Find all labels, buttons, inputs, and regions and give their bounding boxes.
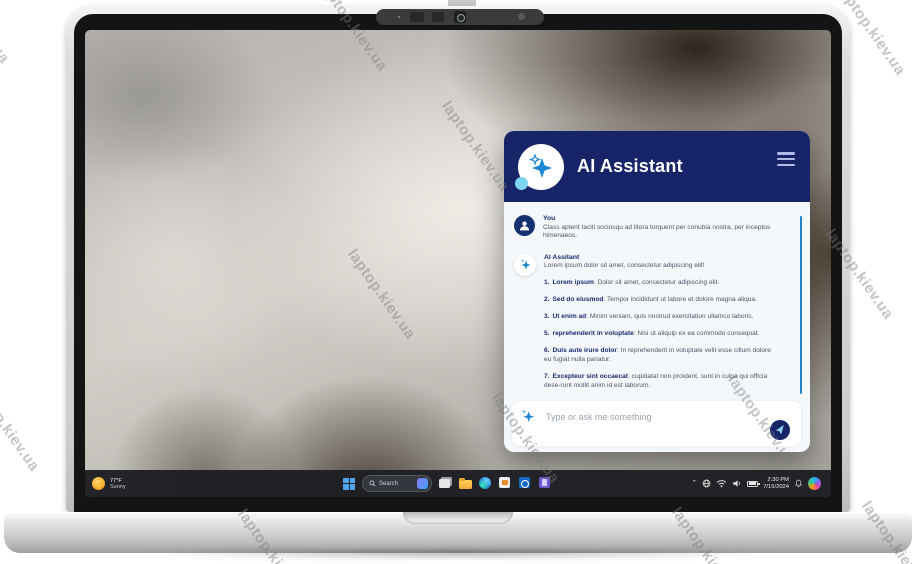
camera-lens-icon: [454, 11, 466, 23]
clock-date: 7/15/2024: [763, 484, 789, 491]
ai-assistant-logo: [518, 144, 564, 190]
sun-icon: [92, 477, 105, 490]
ai-assistant-header: AI Assistant: [504, 131, 810, 202]
hamburger-menu-icon[interactable]: [777, 152, 795, 169]
chat-input[interactable]: [546, 409, 746, 425]
list-item: 7.Excepteur sint occaecat: cupidatat non…: [544, 373, 772, 390]
ai-assistant-window: AI Assistant You Class a: [504, 131, 810, 452]
file-explorer-icon[interactable]: [459, 477, 472, 490]
battery-icon[interactable]: [747, 481, 758, 487]
camera-led-icon: [518, 13, 525, 20]
microsoft-store-icon[interactable]: [499, 477, 512, 490]
network-globe-icon[interactable]: [702, 479, 711, 488]
chat-input-bar: [512, 401, 801, 446]
webcam-module: [376, 9, 544, 25]
edge-browser-icon[interactable]: [479, 477, 492, 490]
chat-scrollbar[interactable]: [800, 216, 802, 394]
laptop-shadow: [28, 547, 888, 560]
system-tray: ⌃ 2:30 PM 7/15/2024: [691, 470, 821, 497]
assistant-message-sender: AI Assitant: [544, 254, 772, 263]
taskbar: 77°F Sunny Search: [85, 470, 831, 497]
microphone-dot-icon: [398, 16, 400, 18]
assistant-avatar-icon: [514, 254, 536, 276]
logo-accent-dot: [515, 177, 528, 190]
copilot-icon[interactable]: [808, 477, 821, 490]
sensor-icon: [432, 12, 444, 22]
teams-icon[interactable]: [539, 477, 552, 490]
list-item: 3.Ut enim ad: Minim veniam, quis nostrud…: [544, 313, 772, 322]
weather-condition: Sunny: [110, 484, 126, 490]
list-item: 1.Lorem ipsum: Dolor sit amet, consectet…: [544, 279, 772, 288]
list-item: 6.Duis aute irure dolor: In reprehenderi…: [544, 347, 772, 364]
wifi-icon[interactable]: [716, 479, 727, 488]
lid-lift-notch: [403, 512, 513, 524]
search-highlight-icon: [417, 478, 428, 489]
windows-start-button[interactable]: [343, 478, 355, 490]
watermark: laptop.kiev.ua: [0, 378, 43, 475]
assistant-message: AI Assitant Lorem ipsum dolor sit amet, …: [514, 254, 786, 399]
send-button[interactable]: [770, 420, 790, 440]
speaker-icon[interactable]: [732, 479, 742, 488]
tray-chevron-up-icon[interactable]: ⌃: [691, 479, 697, 487]
list-item: 5.reprehenderit in voluptate: Nisi ut al…: [544, 330, 772, 339]
task-view-icon[interactable]: [439, 477, 452, 490]
assistant-message-intro: Lorem ipsum dolor sit amet, consectetur …: [544, 262, 772, 271]
user-message: You Class aptent taciti sociosqu ad lito…: [514, 215, 786, 241]
user-avatar-icon: [514, 215, 535, 236]
desktop-screen: AI Assistant You Class a: [85, 30, 831, 497]
weather-widget[interactable]: 77°F Sunny: [92, 470, 126, 497]
sensor-icon: [410, 12, 424, 22]
laptop-mockup: AI Assistant You Class a: [0, 0, 916, 564]
taskbar-search[interactable]: Search: [362, 475, 432, 492]
assistant-list: 1.Lorem ipsum: Dolor sit amet, consectet…: [544, 279, 772, 390]
search-placeholder: Search: [379, 481, 414, 487]
list-item: 2.Sed do eiusmod: Tempor incididunt ut l…: [544, 296, 772, 305]
notification-bell-icon[interactable]: [794, 479, 803, 488]
input-sparkle-icon: [518, 406, 538, 431]
user-message-text: Class aptent taciti sociosqu ad litora t…: [543, 224, 771, 241]
window-title: AI Assistant: [577, 156, 683, 177]
watermark: laptop.kiev.ua: [0, 0, 13, 67]
user-message-sender: You: [543, 215, 771, 224]
search-icon: [369, 480, 376, 487]
outlook-icon[interactable]: [519, 477, 532, 490]
tray-clock[interactable]: 2:30 PM 7/15/2024: [763, 477, 789, 490]
